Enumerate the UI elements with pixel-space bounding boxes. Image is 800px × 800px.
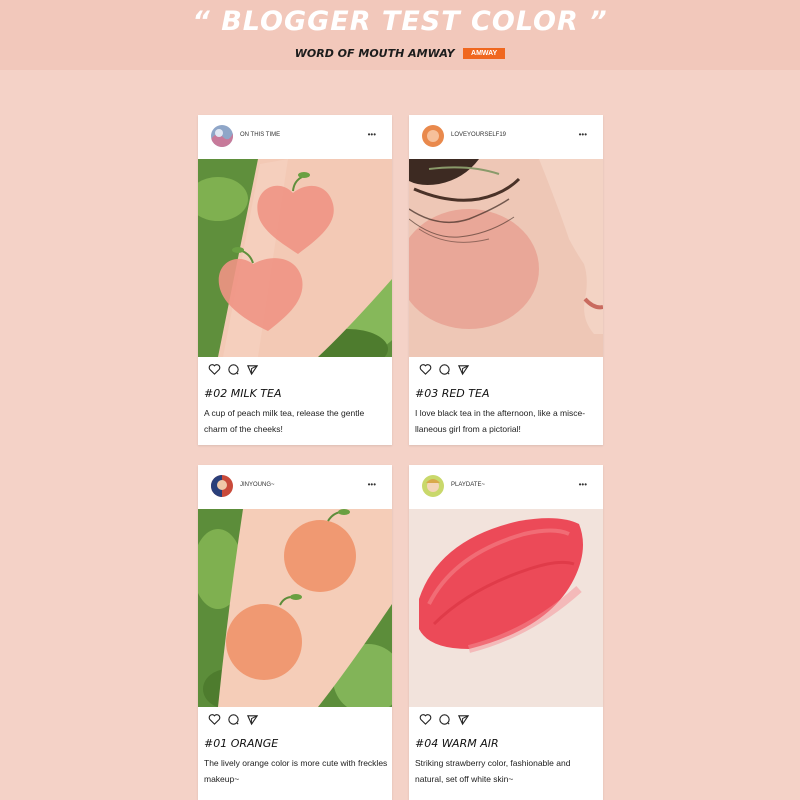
post-title: #04 WARM AIR bbox=[415, 737, 499, 750]
comment-icon[interactable] bbox=[438, 713, 451, 726]
page-title: “ BLOGGER TEST COLOR ” bbox=[192, 6, 608, 37]
heart-icon[interactable] bbox=[419, 713, 432, 726]
share-icon[interactable] bbox=[246, 713, 259, 726]
more-dots-icon[interactable]: ••• bbox=[579, 481, 587, 489]
post-image-strawberry-swatch bbox=[409, 509, 603, 707]
share-icon[interactable] bbox=[457, 713, 470, 726]
username[interactable]: JINYOUNG~ bbox=[240, 482, 275, 488]
post-caption: I love black tea in the afternoon, like … bbox=[415, 408, 586, 434]
more-dots-icon[interactable]: ••• bbox=[579, 131, 587, 139]
post-header: PLAYDATE~ ••• bbox=[409, 465, 603, 509]
post-card: LOVEYOURSELF19 ••• #03 RED TEA I love bl… bbox=[409, 115, 603, 445]
username[interactable]: PLAYDATE~ bbox=[451, 482, 485, 488]
post-actions bbox=[198, 357, 392, 383]
post-image-peach-swatch bbox=[198, 159, 392, 357]
username[interactable]: LOVEYOURSELF19 bbox=[451, 132, 506, 138]
username[interactable]: ON THIS TIME bbox=[240, 132, 280, 138]
comment-icon[interactable] bbox=[227, 363, 240, 376]
subtitle-badge: AMWAY bbox=[463, 48, 506, 60]
comment-icon[interactable] bbox=[438, 363, 451, 376]
avatar[interactable] bbox=[211, 475, 233, 497]
more-dots-icon[interactable]: ••• bbox=[368, 481, 376, 489]
comment-icon[interactable] bbox=[227, 713, 240, 726]
heart-icon[interactable] bbox=[419, 363, 432, 376]
more-dots-icon[interactable]: ••• bbox=[368, 131, 376, 139]
post-caption: Striking strawberry color, fashionable a… bbox=[415, 758, 571, 784]
avatar[interactable] bbox=[422, 125, 444, 147]
post-actions bbox=[409, 357, 603, 383]
subtitle: WORD OF MOUTH AMWAY bbox=[294, 47, 455, 61]
post-card: JINYOUNG~ ••• #01 ORANGE The lively oran… bbox=[198, 465, 392, 800]
avatar[interactable] bbox=[422, 475, 444, 497]
post-card: ON THIS TIME ••• #02 MILK TEA A cup of p… bbox=[198, 115, 392, 445]
post-caption: A cup of peach milk tea, release the gen… bbox=[204, 408, 365, 434]
post-actions bbox=[198, 707, 392, 733]
subtitle-row: WORD OF MOUTH AMWAY AMWAY bbox=[0, 45, 800, 63]
post-header: JINYOUNG~ ••• bbox=[198, 465, 392, 509]
post-caption: The lively orange color is more cute wit… bbox=[204, 758, 388, 784]
post-image-orange-swatch bbox=[198, 509, 392, 707]
post-actions bbox=[409, 707, 603, 733]
post-header: ON THIS TIME ••• bbox=[198, 115, 392, 159]
share-icon[interactable] bbox=[246, 363, 259, 376]
post-title: #03 RED TEA bbox=[415, 387, 490, 400]
post-title: #01 ORANGE bbox=[204, 737, 279, 750]
post-title: #02 MILK TEA bbox=[204, 387, 282, 400]
post-image-blush-cheek bbox=[409, 159, 603, 357]
post-header: LOVEYOURSELF19 ••• bbox=[409, 115, 603, 159]
post-card: PLAYDATE~ ••• #04 WARM AIR Striking stra… bbox=[409, 465, 603, 800]
avatar[interactable] bbox=[211, 125, 233, 147]
heart-icon[interactable] bbox=[208, 363, 221, 376]
heart-icon[interactable] bbox=[208, 713, 221, 726]
share-icon[interactable] bbox=[457, 363, 470, 376]
